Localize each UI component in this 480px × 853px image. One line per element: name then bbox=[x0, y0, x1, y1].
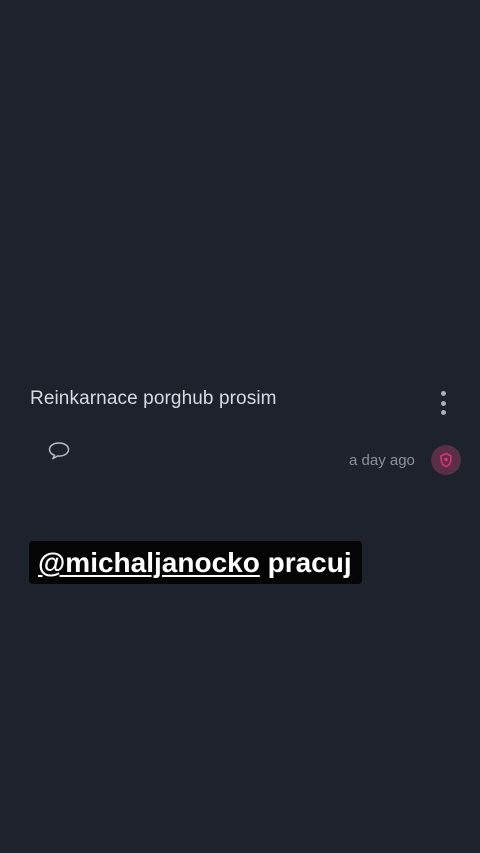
comment-button[interactable] bbox=[47, 440, 71, 462]
pink-shield-avatar-icon bbox=[440, 452, 452, 468]
post-text: Reinkarnace porghub prosim bbox=[30, 388, 277, 409]
post-timestamp: a day ago bbox=[349, 452, 415, 469]
more-options-button[interactable] bbox=[433, 388, 453, 418]
story-caption: @michaljanocko pracuj bbox=[29, 541, 362, 584]
user-mention-link[interactable]: @michaljanocko bbox=[38, 547, 260, 579]
comment-bubble-icon bbox=[48, 442, 70, 460]
more-vertical-icon bbox=[440, 391, 446, 396]
avatar[interactable] bbox=[431, 445, 461, 475]
caption-text: pracuj bbox=[267, 546, 352, 578]
